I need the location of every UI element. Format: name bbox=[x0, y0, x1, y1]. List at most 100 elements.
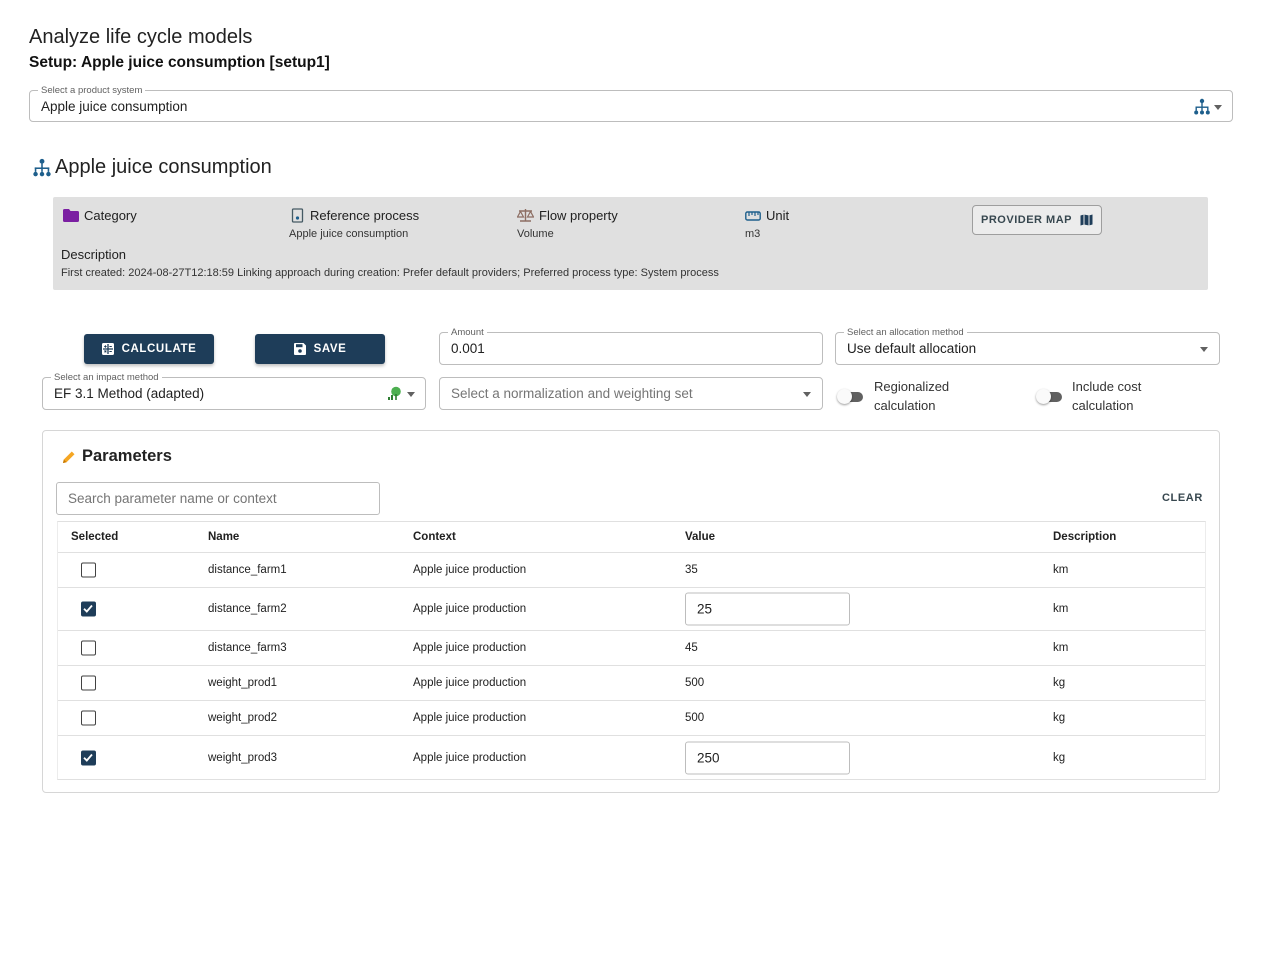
category-field: Category bbox=[63, 208, 137, 223]
cost-label-line1: Include cost bbox=[1072, 379, 1142, 394]
parameters-table: Selected Name Context Value Description … bbox=[57, 521, 1206, 780]
parameter-search-field[interactable] bbox=[57, 483, 379, 514]
provider-map-button[interactable]: PROVIDER MAP bbox=[972, 205, 1102, 235]
table-row: weight_prod2 Apple juice production 500 kg bbox=[58, 701, 1205, 736]
save-icon bbox=[293, 343, 306, 355]
row-checkbox-checked[interactable] bbox=[81, 601, 96, 617]
parameter-name: weight_prod1 bbox=[208, 677, 278, 689]
unit-label: Unit bbox=[766, 208, 790, 223]
save-button-label: SAVE bbox=[313, 343, 347, 355]
table-row: distance_farm1 Apple juice production 35 km bbox=[58, 553, 1205, 588]
chevron-down-icon bbox=[407, 392, 415, 397]
column-header-description[interactable]: Description bbox=[1053, 531, 1116, 543]
product-system-icon bbox=[1193, 98, 1211, 121]
allocation-method-value: Use default allocation bbox=[847, 341, 977, 356]
table-row: distance_farm2 Apple juice production 25 km bbox=[58, 588, 1205, 631]
row-checkbox[interactable] bbox=[81, 710, 96, 726]
description-label: Description bbox=[61, 247, 127, 262]
parameter-value-input[interactable]: 250 bbox=[685, 741, 850, 774]
parameter-value: 35 bbox=[685, 564, 698, 576]
parameter-search-input[interactable] bbox=[56, 482, 380, 515]
normalization-weighting-select[interactable]: Select a normalization and weighting set bbox=[439, 377, 823, 410]
column-header-selected[interactable]: Selected bbox=[71, 531, 118, 543]
amount-label: Amount bbox=[448, 327, 487, 338]
product-system-select-label: Select a product system bbox=[38, 85, 146, 96]
parameter-value: 45 bbox=[685, 642, 698, 654]
parameter-name: distance_farm1 bbox=[208, 564, 287, 576]
parameter-description: km bbox=[1053, 603, 1069, 615]
unit-field: Unit bbox=[745, 208, 789, 223]
parameters-title-text: Parameters bbox=[82, 447, 172, 465]
parameter-value: 500 bbox=[685, 677, 705, 689]
row-checkbox[interactable] bbox=[81, 675, 96, 691]
parameter-value: 500 bbox=[685, 712, 705, 724]
column-header-value[interactable]: Value bbox=[685, 531, 715, 543]
regionalized-calculation-toggle[interactable] bbox=[837, 389, 863, 404]
reference-process-field: Reference process bbox=[291, 208, 419, 223]
allocation-method-select[interactable]: Select an allocation method Use default … bbox=[835, 327, 1220, 365]
product-system-select-value: Apple juice consumption bbox=[41, 99, 188, 114]
table-row: weight_prod1 Apple juice production 500 kg bbox=[58, 666, 1205, 701]
clear-button[interactable]: CLEAR bbox=[1162, 492, 1203, 504]
flow-property-value[interactable]: Volume bbox=[517, 228, 554, 240]
unit-value: m3 bbox=[745, 228, 761, 240]
pencil-icon bbox=[63, 451, 75, 463]
parameter-context: Apple juice production bbox=[413, 603, 527, 615]
process-icon bbox=[291, 208, 304, 223]
parameter-description: km bbox=[1053, 642, 1069, 654]
flow-property-field: Flow property bbox=[517, 208, 618, 223]
product-system-heading: Apple juice consumption bbox=[32, 156, 272, 179]
map-icon bbox=[1080, 214, 1093, 226]
parameter-name: weight_prod3 bbox=[208, 751, 278, 764]
product-system-icon bbox=[32, 158, 52, 178]
column-header-name[interactable]: Name bbox=[208, 531, 239, 543]
amount-input[interactable]: Amount 0.001 bbox=[439, 327, 823, 365]
amount-value: 0.001 bbox=[451, 341, 485, 356]
folder-icon bbox=[63, 209, 79, 222]
allocation-method-label: Select an allocation method bbox=[844, 327, 967, 338]
reference-process-value[interactable]: Apple juice consumption bbox=[289, 228, 408, 240]
row-checkbox[interactable] bbox=[81, 562, 96, 578]
cost-label-line2: calculation bbox=[1072, 398, 1134, 413]
row-checkbox[interactable] bbox=[81, 640, 96, 656]
impact-method-label: Select an impact method bbox=[51, 372, 162, 383]
cost-calculation-label: Include cost calculation bbox=[1072, 377, 1141, 415]
toggle-thumb bbox=[1036, 389, 1051, 404]
product-system-title: Apple juice consumption bbox=[55, 156, 272, 178]
product-system-select[interactable]: Select a product system Apple juice cons… bbox=[29, 85, 1233, 122]
flow-property-label: Flow property bbox=[539, 208, 618, 223]
parameter-description: kg bbox=[1053, 712, 1066, 724]
chevron-down-icon bbox=[803, 392, 811, 397]
table-body: distance_farm1 Apple juice production 35 km… bbox=[58, 553, 1205, 779]
toggle-thumb bbox=[837, 389, 852, 404]
provider-map-button-label: PROVIDER MAP bbox=[981, 214, 1072, 226]
save-button[interactable]: SAVE bbox=[255, 334, 385, 364]
parameters-card: Parameters CLEAR Selected Name Context V… bbox=[42, 430, 1220, 793]
cost-calculation-toggle[interactable] bbox=[1036, 389, 1062, 404]
parameter-name: distance_farm2 bbox=[208, 603, 287, 615]
parameter-name: weight_prod2 bbox=[208, 712, 278, 724]
regionalized-label-line2: calculation bbox=[874, 398, 936, 413]
parameters-title: Parameters bbox=[62, 447, 172, 466]
parameter-value-input[interactable]: 25 bbox=[685, 592, 850, 626]
regionalized-label-line1: Regionalized bbox=[874, 379, 950, 394]
parameter-description: kg bbox=[1053, 751, 1066, 764]
table-row: distance_farm3 Apple juice production 45 km bbox=[58, 631, 1205, 666]
reference-process-label: Reference process bbox=[310, 208, 420, 223]
regionalized-calculation-label: Regionalized calculation bbox=[874, 377, 949, 415]
column-header-context[interactable]: Context bbox=[413, 531, 456, 543]
impact-method-value: EF 3.1 Method (adapted) bbox=[54, 386, 205, 401]
ruler-icon bbox=[745, 210, 761, 221]
parameter-context: Apple juice production bbox=[413, 712, 527, 724]
chevron-down-icon bbox=[1200, 347, 1208, 352]
parameter-context: Apple juice production bbox=[413, 642, 527, 654]
calculate-button-label: CALCULATE bbox=[121, 343, 197, 355]
chevron-down-icon bbox=[1214, 105, 1222, 110]
impact-method-icon bbox=[387, 386, 403, 406]
parameter-description: km bbox=[1053, 564, 1069, 576]
row-checkbox-checked[interactable] bbox=[81, 750, 96, 765]
impact-method-select[interactable]: Select an impact method EF 3.1 Method (a… bbox=[42, 372, 426, 410]
parameter-context: Apple juice production bbox=[413, 751, 527, 764]
parameter-context: Apple juice production bbox=[413, 564, 527, 576]
calculate-button[interactable]: CALCULATE bbox=[84, 334, 214, 364]
